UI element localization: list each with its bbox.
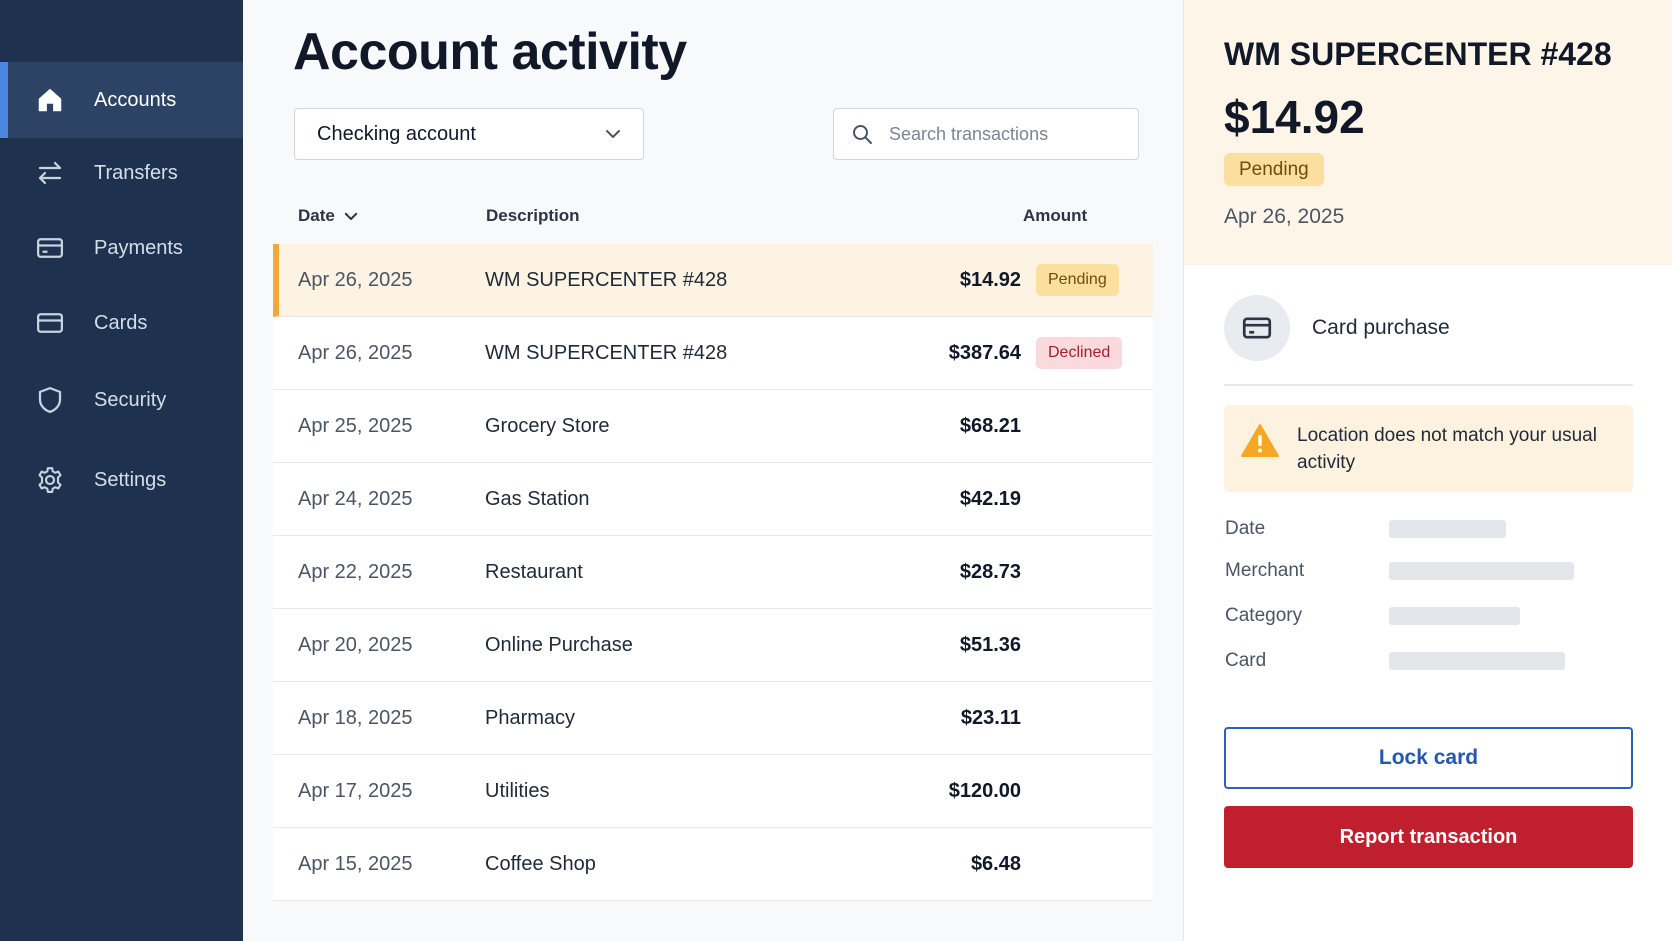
- status-badge: Pending: [1036, 264, 1119, 296]
- payment-card-icon: [35, 233, 65, 263]
- row-date: Apr 18, 2025: [298, 707, 413, 729]
- detail-header: WM SUPERCENTER #428 $14.92 Pending Apr 2…: [1184, 0, 1672, 265]
- main-content: Account activity Checking account Date D…: [243, 0, 1183, 941]
- column-header-description: Description: [486, 206, 580, 225]
- transaction-detail-panel: WM SUPERCENTER #428 $14.92 Pending Apr 2…: [1183, 0, 1672, 941]
- row-amount: $23.11: [960, 707, 1021, 729]
- field-value-placeholder: [1389, 520, 1506, 538]
- table-row[interactable]: Apr 24, 2025 Gas Station $42.19: [273, 463, 1153, 536]
- search-input[interactable]: [889, 119, 1129, 149]
- field-label-date: Date: [1225, 518, 1266, 539]
- field-label-category: Category: [1225, 605, 1303, 626]
- table-row[interactable]: Apr 22, 2025 Restaurant $28.73: [273, 536, 1153, 609]
- table-row[interactable]: Apr 20, 2025 Online Purchase $51.36: [273, 609, 1153, 682]
- sidebar-item-transfers[interactable]: Transfers: [0, 135, 243, 211]
- row-date: Apr 17, 2025: [298, 780, 413, 802]
- sidebar-item-settings[interactable]: Settings: [0, 442, 243, 518]
- row-amount: $6.48: [970, 853, 1021, 875]
- row-description: WM SUPERCENTER #428: [485, 269, 728, 291]
- row-date: Apr 26, 2025: [298, 269, 413, 291]
- search-icon: [853, 125, 872, 144]
- table-row[interactable]: Apr 26, 2025 WM SUPERCENTER #428 $387.64…: [273, 317, 1153, 390]
- transactions-table: Apr 26, 2025 WM SUPERCENTER #428 $14.92 …: [273, 244, 1153, 901]
- account-select-value: Checking account: [317, 122, 476, 145]
- table-row[interactable]: Apr 25, 2025 Grocery Store $68.21: [273, 390, 1153, 463]
- sidebar-item-label: Accounts: [94, 88, 177, 111]
- row-description: WM SUPERCENTER #428: [485, 342, 728, 364]
- search-box: [833, 108, 1139, 160]
- row-amount: $51.36: [959, 634, 1021, 656]
- row-date: Apr 22, 2025: [298, 561, 413, 583]
- row-amount: $14.92: [959, 269, 1021, 291]
- account-select[interactable]: Checking account: [294, 108, 644, 160]
- sidebar-item-label: Payments: [94, 236, 183, 259]
- row-description: Utilities: [485, 780, 550, 802]
- sidebar: Accounts Transfers Payments Cards Securi…: [0, 0, 243, 941]
- row-description: Gas Station: [485, 488, 590, 510]
- field-value-placeholder: [1389, 607, 1520, 625]
- divider: [1224, 384, 1633, 386]
- row-description: Restaurant: [485, 561, 583, 583]
- home-icon: [35, 85, 65, 115]
- sidebar-item-accounts[interactable]: Accounts: [0, 62, 243, 138]
- row-amount: $68.21: [959, 415, 1021, 437]
- field-label-merchant: Merchant: [1225, 560, 1305, 581]
- row-date: Apr 24, 2025: [298, 488, 413, 510]
- sidebar-item-cards[interactable]: Cards: [0, 285, 243, 361]
- detail-date: Apr 26, 2025: [1224, 205, 1345, 228]
- detail-merchant: WM SUPERCENTER #428: [1224, 36, 1612, 72]
- sidebar-item-security[interactable]: Security: [0, 362, 243, 438]
- status-badge: Declined: [1036, 337, 1123, 369]
- warning-triangle-icon: [1241, 424, 1279, 457]
- table-row[interactable]: Apr 18, 2025 Pharmacy $23.11: [273, 682, 1153, 755]
- transaction-type-label: Card purchase: [1312, 316, 1450, 339]
- row-description: Online Purchase: [485, 634, 633, 656]
- row-date: Apr 25, 2025: [298, 415, 413, 437]
- field-value-placeholder: [1389, 652, 1565, 670]
- field-label-card: Card: [1225, 650, 1267, 671]
- row-description: Grocery Store: [485, 415, 610, 437]
- row-description: Pharmacy: [485, 707, 576, 729]
- lock-card-button[interactable]: Lock card: [1224, 727, 1633, 789]
- page-title: Account activity: [293, 23, 687, 81]
- sidebar-item-label: Transfers: [94, 161, 178, 184]
- sidebar-item-label: Settings: [94, 468, 167, 491]
- row-date: Apr 15, 2025: [298, 853, 413, 875]
- row-description: Coffee Shop: [485, 853, 596, 875]
- detail-amount: $14.92: [1224, 91, 1365, 143]
- shield-icon: [35, 385, 65, 415]
- credit-card-icon: [35, 308, 65, 338]
- status-badge: Pending: [1224, 153, 1324, 186]
- row-amount: $42.19: [959, 488, 1021, 510]
- alert-text: Location does not match your usual activ…: [1297, 425, 1597, 473]
- report-transaction-button[interactable]: Report transaction: [1224, 806, 1633, 868]
- sidebar-item-label: Security: [94, 388, 167, 411]
- transfer-arrows-icon: [35, 158, 65, 188]
- table-row[interactable]: Apr 15, 2025 Coffee Shop $6.48: [273, 828, 1153, 901]
- row-amount: $120.00: [948, 780, 1021, 802]
- sidebar-item-payments[interactable]: Payments: [0, 210, 243, 286]
- sidebar-item-label: Cards: [94, 311, 148, 334]
- row-amount: $28.73: [959, 561, 1021, 583]
- column-header-amount: Amount: [1023, 206, 1088, 225]
- column-header-label: Date: [298, 206, 335, 225]
- chevron-down-icon: [606, 130, 620, 138]
- location-alert: Location does not match your usual activ…: [1224, 405, 1633, 492]
- table-row[interactable]: Apr 17, 2025 Utilities $120.00: [273, 755, 1153, 828]
- field-value-placeholder: [1389, 562, 1574, 580]
- row-date: Apr 20, 2025: [298, 634, 413, 656]
- credit-card-icon: [1224, 295, 1290, 361]
- sort-chevron-down-icon: [344, 212, 358, 220]
- column-header-date[interactable]: Date: [298, 206, 360, 226]
- table-row[interactable]: Apr 26, 2025 WM SUPERCENTER #428 $14.92 …: [273, 244, 1153, 317]
- row-date: Apr 26, 2025: [298, 342, 413, 364]
- row-amount: $387.64: [948, 342, 1021, 364]
- gear-icon: [35, 465, 65, 495]
